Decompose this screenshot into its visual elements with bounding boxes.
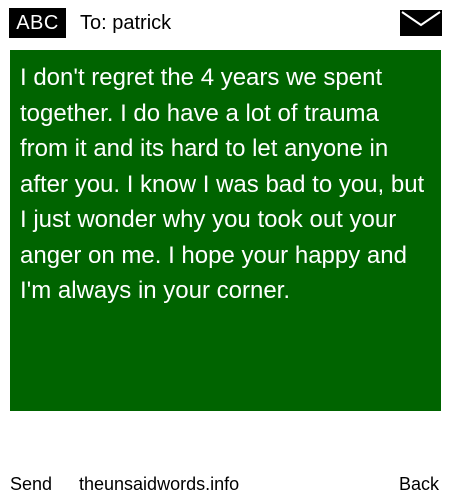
message-text: I don't regret the 4 years we spent toge…: [20, 64, 425, 304]
send-button[interactable]: Send: [10, 472, 52, 496]
recipient-label: To: patrick: [80, 12, 172, 34]
envelope-icon: [400, 10, 442, 36]
site-label: theunsaidwords.info: [79, 474, 240, 494]
back-button[interactable]: Back: [399, 472, 439, 496]
header-bar: ABC To: patrick: [0, 0, 450, 48]
message-body[interactable]: I don't regret the 4 years we spent toge…: [10, 50, 441, 411]
input-mode-badge[interactable]: ABC: [9, 8, 66, 38]
phone-message-screen: ABC To: patrick I don't regret the 4 yea…: [0, 0, 450, 500]
